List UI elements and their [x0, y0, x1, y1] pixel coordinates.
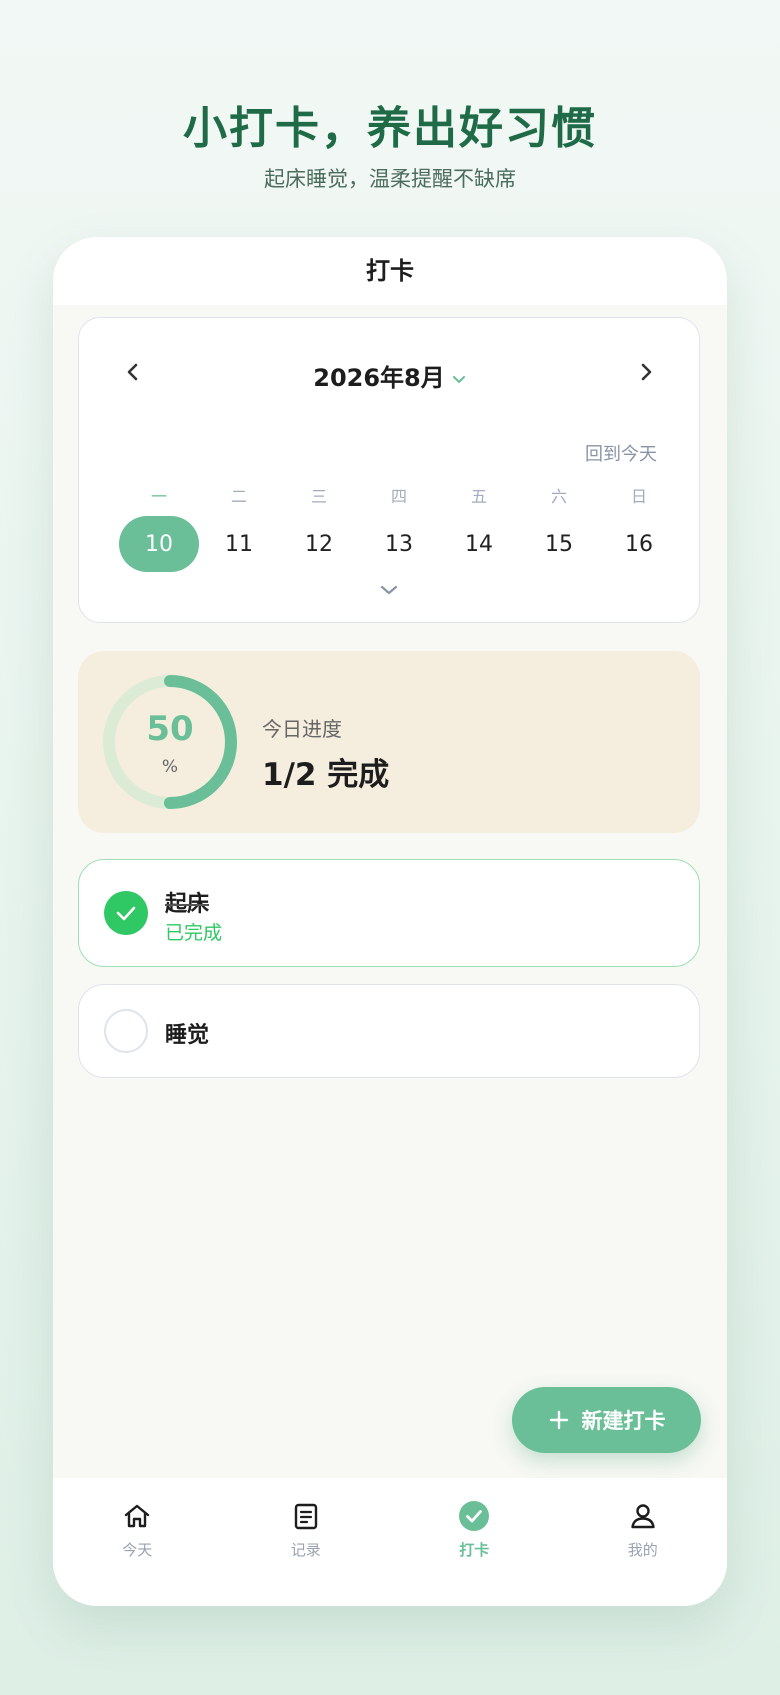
weekday-row: 一 二 三 四 五 六 日 — [119, 483, 679, 507]
tab-today[interactable]: 今天 — [53, 1478, 222, 1606]
date-number: 15 — [545, 531, 573, 557]
date-number: 10 — [119, 516, 199, 572]
date-number: 13 — [385, 531, 413, 557]
weekday-label: 二 — [230, 487, 247, 506]
next-month-button[interactable] — [634, 360, 658, 384]
date-number: 14 — [465, 531, 493, 557]
home-icon — [120, 1499, 154, 1533]
weekday-label: 日 — [630, 487, 647, 506]
chevron-right-icon — [641, 363, 652, 381]
weekday-label: 三 — [310, 487, 327, 506]
hero-subtitle: 起床睡觉，温柔提醒不缺席 — [264, 167, 516, 191]
task-item-wake-up[interactable]: 起床 已完成 — [78, 859, 700, 967]
task-checkbox-checked[interactable] — [104, 891, 148, 935]
progress-percent: 50 — [146, 709, 194, 749]
weekday-label: 六 — [550, 487, 567, 506]
date-cell-selected[interactable]: 10 — [119, 516, 199, 572]
weekday-label: 四 — [390, 487, 407, 506]
month-selector[interactable]: 2026年8月 — [79, 358, 701, 393]
check-icon — [116, 906, 136, 921]
check-circle-icon — [457, 1499, 491, 1533]
tab-checkin[interactable]: 打卡 — [390, 1478, 559, 1606]
progress-label: 今日进度 — [262, 717, 342, 741]
task-status: 已完成 — [165, 922, 223, 944]
plus-icon — [548, 1409, 570, 1431]
date-cell[interactable]: 11 — [199, 516, 279, 572]
tab-label: 我的 — [627, 1541, 658, 1559]
weekday-label: 一 — [150, 487, 167, 506]
calendar-card: 2026年8月 回到今天 一 二 三 四 五 六 日 10 11 12 13 1… — [78, 317, 700, 623]
new-checkin-button[interactable]: 新建打卡 — [512, 1387, 701, 1453]
tab-mine[interactable]: 我的 — [559, 1478, 728, 1606]
date-cell[interactable]: 13 — [359, 516, 439, 572]
tab-label: 记录 — [290, 1541, 321, 1559]
task-name: 睡觉 — [165, 1023, 210, 1048]
date-number: 16 — [625, 531, 653, 557]
date-cell[interactable]: 12 — [279, 516, 359, 572]
task-item-sleep[interactable]: 睡觉 — [78, 984, 700, 1078]
tab-label: 打卡 — [459, 1541, 490, 1559]
date-cell[interactable]: 15 — [519, 516, 599, 572]
tab-label: 今天 — [122, 1541, 153, 1559]
task-checkbox-unchecked[interactable] — [104, 1009, 148, 1053]
expand-calendar-button[interactable] — [378, 582, 400, 601]
document-icon — [289, 1499, 323, 1533]
progress-value: 1/2 完成 — [262, 757, 390, 793]
date-number: 11 — [225, 531, 253, 557]
weekday-label: 五 — [470, 487, 487, 506]
page-title: 打卡 — [53, 237, 727, 305]
chevron-down-icon — [380, 585, 398, 595]
hero-title: 小打卡，养出好习惯 — [183, 103, 597, 154]
back-to-today-link[interactable]: 回到今天 — [585, 440, 657, 466]
task-name: 起床 — [165, 892, 210, 917]
date-cell[interactable]: 16 — [599, 516, 679, 572]
progress-card: 50 % 今日进度 1/2 完成 — [78, 651, 700, 833]
month-label: 2026年8月 — [313, 364, 445, 392]
tab-records[interactable]: 记录 — [222, 1478, 391, 1606]
bottom-tab-bar: 今天 记录 打卡 我的 — [53, 1478, 727, 1606]
phone-screen: 打卡 2026年8月 回到今天 一 二 三 四 五 六 日 10 11 12 1… — [53, 237, 727, 1606]
progress-unit: % — [161, 757, 179, 777]
chevron-down-icon — [451, 365, 467, 393]
date-row: 10 11 12 13 14 15 16 — [119, 516, 679, 572]
date-cell[interactable]: 14 — [439, 516, 519, 572]
date-number: 12 — [305, 531, 333, 557]
new-checkin-label: 新建打卡 — [581, 1409, 666, 1433]
user-icon — [626, 1499, 660, 1533]
